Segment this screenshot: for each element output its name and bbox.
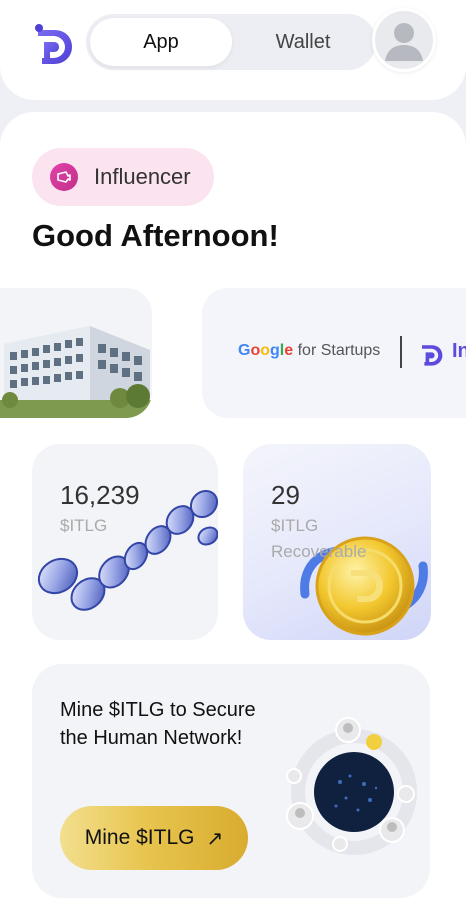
banner-google-startups[interactable]: Google for Startups In — [202, 288, 466, 418]
balance-unit: $ITLG — [60, 516, 108, 535]
recoverable-unit: $ITLG — [271, 516, 319, 535]
itlg-logo-icon[interactable] — [28, 18, 78, 68]
recoverable-value: 29 — [271, 480, 300, 510]
mine-button[interactable]: Mine $ITLG ↗ — [60, 806, 248, 870]
avatar[interactable] — [372, 8, 436, 72]
recoverable-label: Recoverable — [271, 542, 367, 561]
google-for-startups-logo: Google for Startups — [238, 342, 381, 359]
app-wallet-switch: App Wallet — [86, 14, 376, 70]
recoverable-card[interactable]: 29 $ITLG Recoverable — [243, 444, 431, 640]
mine-promo-card: Mine $ITLG to Secure the Human Network! … — [32, 664, 430, 898]
role-badge[interactable]: Influencer — [32, 148, 214, 206]
mine-button-label: Mine $ITLG — [84, 826, 195, 849]
arrow-up-right-icon: ↗ — [206, 827, 224, 850]
partner-name-cut: In — [452, 340, 466, 362]
office-building-image — [0, 288, 152, 418]
tab-app[interactable]: App — [90, 18, 232, 66]
balance-card[interactable]: 16,239 $ITLG — [32, 444, 218, 640]
coins-icon — [37, 489, 218, 611]
user-avatar-icon — [385, 23, 423, 61]
greeting-title: Good Afternoon! — [32, 218, 279, 253]
influencer-icon — [50, 163, 78, 191]
itlg-logo-icon — [422, 345, 443, 366]
mine-title: Mine $ITLG to Secure the Human Network! — [60, 699, 256, 749]
tab-wallet[interactable]: Wallet — [232, 18, 374, 66]
network-globe-icon — [286, 717, 417, 855]
balance-value: 16,239 — [60, 480, 140, 510]
banner-building[interactable] — [0, 288, 152, 418]
badge-label: Influencer — [94, 164, 191, 189]
logo-divider — [400, 336, 402, 368]
